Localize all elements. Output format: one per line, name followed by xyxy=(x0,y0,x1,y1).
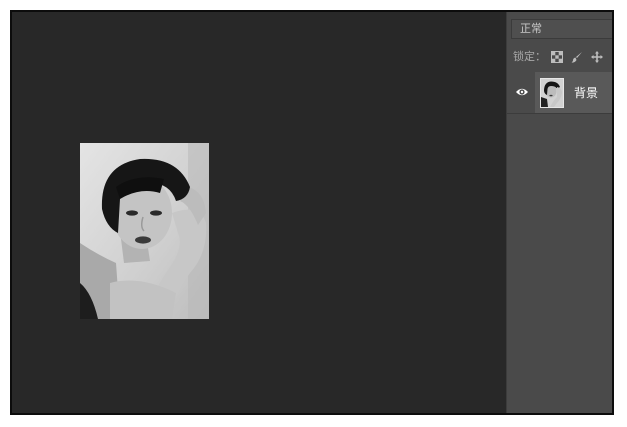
lock-image-pixels-icon[interactable] xyxy=(571,51,583,63)
layer-row-background[interactable]: 背景 xyxy=(507,72,612,114)
lock-position-icon[interactable] xyxy=(591,51,603,63)
blend-mode-value: 正常 xyxy=(520,22,542,35)
layer-thumbnail-image xyxy=(541,79,563,107)
layer-thumbnail xyxy=(540,78,564,108)
canvas-portrait-photo[interactable] xyxy=(80,143,209,319)
lock-label: 锁定： xyxy=(513,50,546,63)
portrait-photo-drawing xyxy=(80,143,209,319)
visibility-eye-icon[interactable] xyxy=(515,86,529,98)
blend-mode-select[interactable]: 正常 xyxy=(511,19,612,39)
lock-transparent-pixels-icon[interactable] xyxy=(551,51,563,63)
app-window: 正常 锁定： 背景 xyxy=(10,10,614,415)
layer-name: 背景 xyxy=(574,86,599,100)
document-canvas-area[interactable] xyxy=(12,12,506,413)
layers-panel: 正常 锁定： 背景 xyxy=(506,12,612,413)
lock-options-row: 锁定： xyxy=(513,49,612,65)
